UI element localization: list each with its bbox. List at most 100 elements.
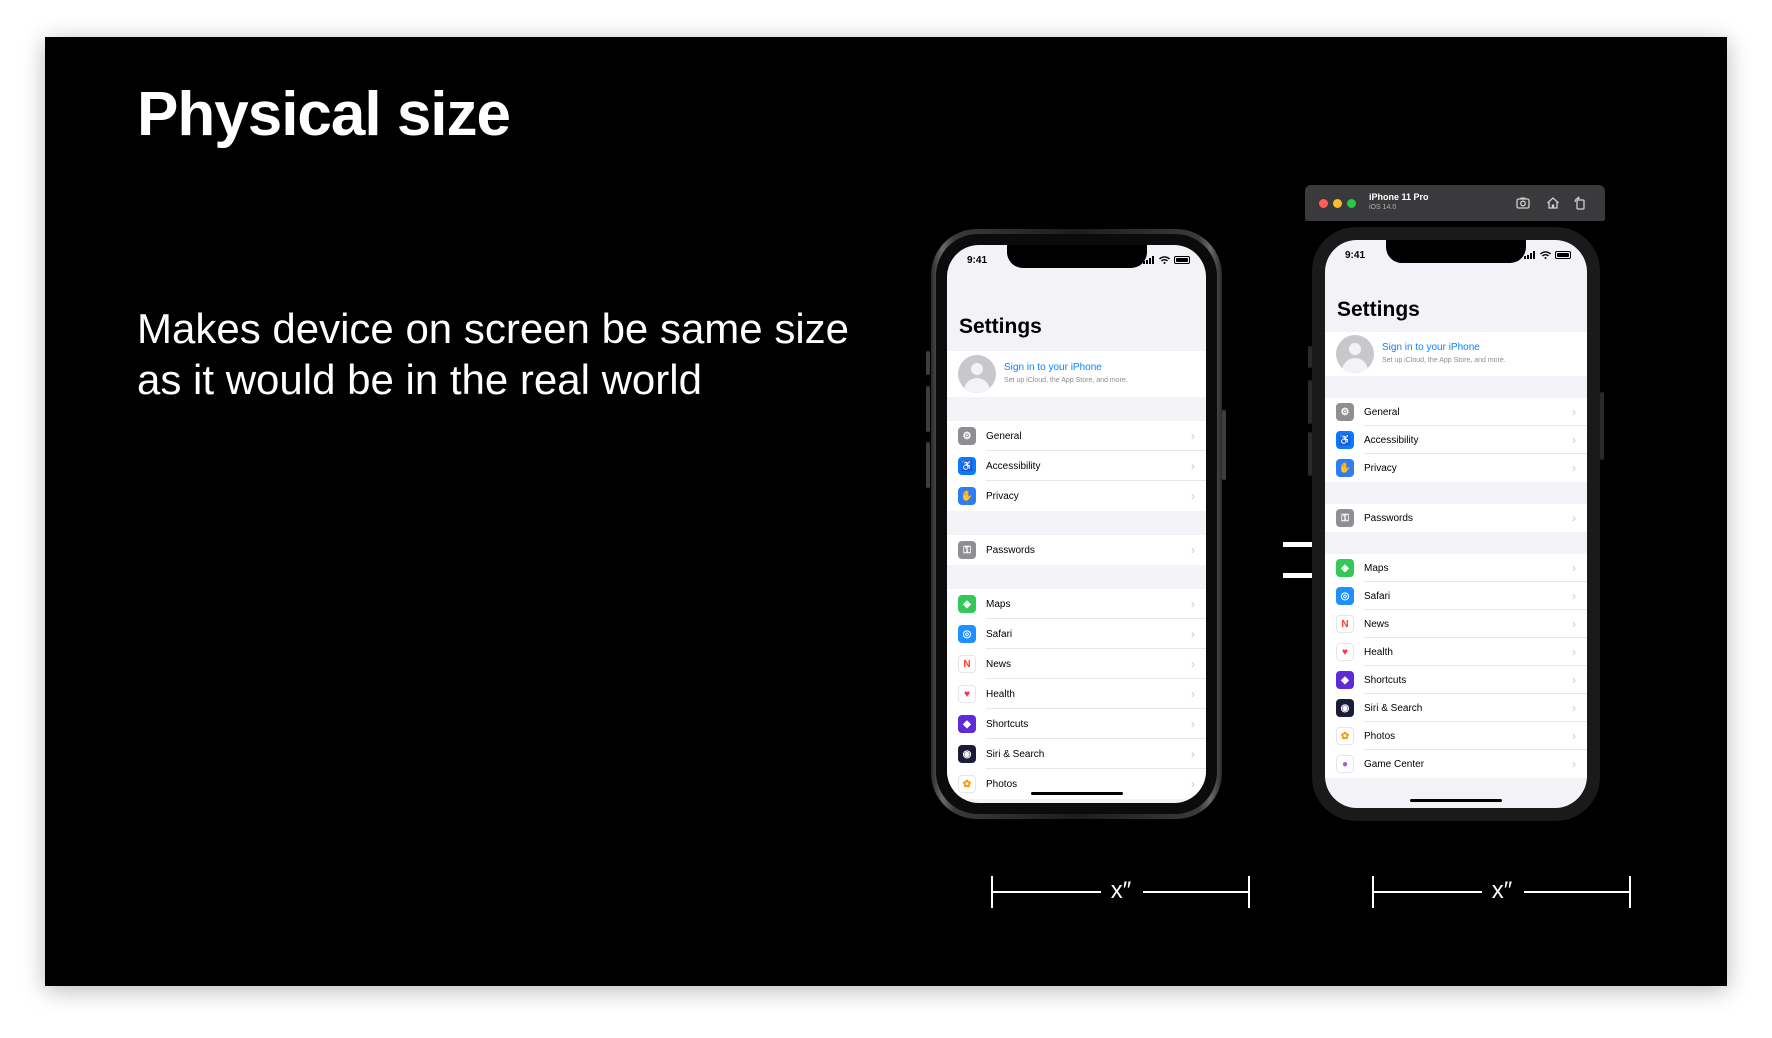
- phone-bezel: 9:41 Settings Sign in to your iPhone Set up…: [936, 234, 1217, 814]
- slide-body-line-2: as it would be in the real world: [137, 356, 702, 403]
- siri-icon: ◉: [1336, 699, 1354, 717]
- avatar-head: [971, 363, 983, 375]
- settings-row-label: Safari: [1364, 590, 1391, 602]
- chevron-right-icon: ›: [1572, 701, 1576, 715]
- chevron-right-icon: ›: [1572, 673, 1576, 687]
- slide-body: Makes device on screen be same size as i…: [137, 303, 897, 405]
- settings-row-privacy[interactable]: ✋ Privacy ›: [947, 481, 1206, 511]
- close-window-button[interactable]: [1319, 199, 1328, 208]
- safari-icon: ◎: [1336, 587, 1354, 605]
- accessibility-icon: ♿: [1336, 431, 1354, 449]
- settings-row-news[interactable]: N News ›: [1325, 610, 1587, 638]
- sign-in-link[interactable]: Sign in to your iPhone: [1004, 362, 1102, 373]
- settings-row-health[interactable]: ♥ Health ›: [1325, 638, 1587, 666]
- simulator-os-version: iOS 14.0: [1369, 204, 1397, 211]
- settings-row-health[interactable]: ♥ Health ›: [947, 679, 1206, 709]
- settings-row-label: News: [1364, 618, 1390, 630]
- chevron-right-icon: ›: [1572, 617, 1576, 631]
- settings-row-shortcuts[interactable]: ◆ Shortcuts ›: [1325, 666, 1587, 694]
- settings-row-accessibility[interactable]: ♿ Accessibility ›: [1325, 426, 1587, 454]
- photos-icon: ✿: [958, 775, 976, 793]
- hand-icon: ✋: [1336, 459, 1354, 477]
- chevron-right-icon: ›: [1572, 561, 1576, 575]
- settings-row-privacy[interactable]: ✋ Privacy ›: [1325, 454, 1587, 482]
- hand-icon: ✋: [958, 487, 976, 505]
- chevron-right-icon: ›: [1191, 429, 1195, 443]
- chevron-right-icon: ›: [1572, 729, 1576, 743]
- status-time: 9:41: [1345, 250, 1366, 261]
- settings-row-maps[interactable]: ◈ Maps ›: [1325, 554, 1587, 582]
- simulator-titlebar: iPhone 11 Pro iOS 14.0: [1305, 185, 1605, 221]
- settings-row-siri-search[interactable]: ◉ Siri & Search ›: [1325, 694, 1587, 722]
- chevron-right-icon: ›: [1191, 747, 1195, 761]
- gear-icon: ⚙: [958, 427, 976, 445]
- status-time: 9:41: [967, 255, 988, 266]
- chevron-right-icon: ›: [1572, 405, 1576, 419]
- photos-icon: ✿: [1336, 727, 1354, 745]
- chevron-right-icon: ›: [1191, 489, 1195, 503]
- zoom-window-button[interactable]: [1347, 199, 1356, 208]
- chevron-right-icon: ›: [1191, 717, 1195, 731]
- game-center-icon: ●: [1336, 755, 1354, 773]
- screenshot-icon[interactable]: [1515, 195, 1531, 211]
- settings-title: Settings: [959, 315, 1042, 338]
- sign-in-subtitle: Set up iCloud, the App Store, and more.: [1004, 377, 1128, 384]
- settings-row-safari[interactable]: ◎ Safari ›: [947, 619, 1206, 649]
- settings-row-shortcuts[interactable]: ◆ Shortcuts ›: [947, 709, 1206, 739]
- simulator-device-name: iPhone 11 Pro: [1369, 192, 1429, 202]
- home-indicator: [1030, 792, 1123, 795]
- settings-row-general[interactable]: ⚙ General ›: [947, 421, 1206, 451]
- physical-width-dimension: x″: [991, 876, 1250, 908]
- settings-row-accessibility[interactable]: ♿ Accessibility ›: [947, 451, 1206, 481]
- sign-in-subtitle: Set up iCloud, the App Store, and more.: [1382, 357, 1506, 364]
- settings-row-label: Photos: [1364, 730, 1396, 742]
- settings-group: ◈ Maps › ◎ Safari › N News › ♥ Health › ◆ Shortcuts › ◉…: [1325, 554, 1587, 778]
- home-icon[interactable]: [1545, 195, 1561, 211]
- settings-row-game-center[interactable]: ● Game Center ›: [1325, 750, 1587, 778]
- settings-row-siri-search[interactable]: ◉ Siri & Search ›: [947, 739, 1206, 769]
- settings-row-maps[interactable]: ◈ Maps ›: [947, 589, 1206, 619]
- chevron-right-icon: ›: [1191, 777, 1195, 791]
- shortcuts-icon: ◆: [1336, 671, 1354, 689]
- battery-icon: [1555, 251, 1571, 259]
- status-icons: [1143, 256, 1190, 264]
- settings-group: ⚿ Passwords ›: [1325, 504, 1587, 532]
- settings-row-label: Privacy: [986, 490, 1019, 502]
- chevron-right-icon: ›: [1572, 461, 1576, 475]
- settings-row-label: Passwords: [986, 544, 1035, 556]
- volume-down-button: [926, 442, 930, 488]
- wifi-icon: [1159, 256, 1170, 264]
- health-icon: ♥: [1336, 643, 1354, 661]
- shortcuts-icon: ◆: [958, 715, 976, 733]
- signal-icon: [1524, 251, 1536, 259]
- news-icon: N: [958, 655, 976, 673]
- settings-row-label: Siri & Search: [1364, 702, 1423, 714]
- settings-group: ◈ Maps › ◎ Safari › N News › ♥ Health › ◆ Shortcuts › ◉…: [947, 589, 1206, 799]
- safari-icon: ◎: [958, 625, 976, 643]
- sign-in-link[interactable]: Sign in to your iPhone: [1382, 342, 1480, 353]
- settings-row-passwords[interactable]: ⚿ Passwords ›: [1325, 504, 1587, 532]
- simulator-width-label: x″: [1491, 877, 1513, 904]
- settings-row-photos[interactable]: ✿ Photos ›: [1325, 722, 1587, 750]
- avatar: [958, 355, 996, 393]
- settings-row-label: Maps: [1364, 562, 1389, 574]
- rotate-icon[interactable]: [1572, 195, 1588, 211]
- signal-icon: [1143, 256, 1155, 264]
- avatar-body: [1342, 358, 1368, 373]
- settings-row-news[interactable]: N News ›: [947, 649, 1206, 679]
- settings-row-general[interactable]: ⚙ General ›: [1325, 398, 1587, 426]
- apple-id-row[interactable]: Sign in to your iPhone Set up iCloud, the…: [1325, 332, 1587, 376]
- settings-row-safari[interactable]: ◎ Safari ›: [1325, 582, 1587, 610]
- battery-icon: [1174, 256, 1190, 264]
- chevron-right-icon: ›: [1572, 589, 1576, 603]
- apple-id-row[interactable]: Sign in to your iPhone Set up iCloud, the…: [947, 351, 1206, 397]
- chevron-right-icon: ›: [1572, 511, 1576, 525]
- avatar-body: [964, 378, 990, 393]
- settings-row-label: News: [986, 658, 1012, 670]
- minimize-window-button[interactable]: [1333, 199, 1342, 208]
- settings-row-passwords[interactable]: ⚿ Passwords ›: [947, 535, 1206, 565]
- sim-power-button: [1600, 392, 1604, 460]
- slide-body-line-1: Makes device on screen be same size: [137, 305, 850, 352]
- notch: [1006, 245, 1147, 268]
- siri-icon: ◉: [958, 745, 976, 763]
